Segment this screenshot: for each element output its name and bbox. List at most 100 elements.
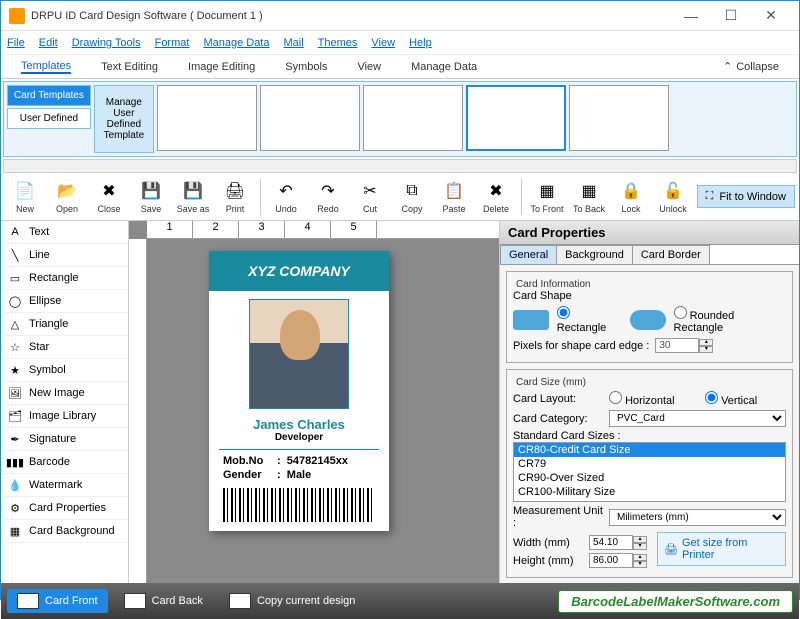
save-as-button[interactable]: 💾Save as <box>173 180 213 214</box>
tool-ellipse[interactable]: ◯Ellipse <box>1 290 128 313</box>
paste-button[interactable]: 📋Paste <box>434 180 474 214</box>
tab-manage-data[interactable]: Manage Data <box>411 61 477 73</box>
spin-down-icon[interactable]: ▾ <box>699 346 713 353</box>
tool-text[interactable]: AText <box>1 221 128 244</box>
radio-rectangle[interactable]: Rectangle <box>557 306 622 334</box>
tool-rectangle[interactable]: ▭Rectangle <box>1 267 128 290</box>
standard-sizes-list[interactable]: CR80-Credit Card Size CR79 CR90-Over Siz… <box>513 442 786 502</box>
tool-line[interactable]: ╲Line <box>1 244 128 267</box>
menu-view[interactable]: View <box>371 37 395 49</box>
new-button[interactable]: 📄New <box>5 180 45 214</box>
menu-help[interactable]: Help <box>409 37 432 49</box>
to-back-button[interactable]: ▦To Back <box>569 180 609 214</box>
user-defined-button[interactable]: User Defined <box>7 108 91 129</box>
menu-file[interactable]: File <box>7 37 25 49</box>
to-front-button[interactable]: ▦To Front <box>527 180 567 214</box>
tool-new-image[interactable]: 🖼New Image <box>1 382 128 405</box>
menu-edit[interactable]: Edit <box>39 37 58 49</box>
card-back-button[interactable]: Card Back <box>114 589 213 613</box>
unit-select[interactable]: Milimeters (mm) <box>609 509 786 526</box>
tab-card-border[interactable]: Card Border <box>632 245 710 264</box>
card-name: James Charles <box>209 417 389 432</box>
rounded-swatch <box>630 310 666 330</box>
category-select[interactable]: PVC_Card <box>609 410 786 427</box>
tool-triangle[interactable]: △Triangle <box>1 313 128 336</box>
collapse-button[interactable]: ⌃Collapse <box>723 60 779 73</box>
manage-template-button[interactable]: Manage User Defined Template <box>94 85 154 153</box>
fit-to-window-button[interactable]: ⛶Fit to Window <box>697 185 795 208</box>
list-item[interactable]: CR90-Over Sized <box>514 471 785 485</box>
template-thumb[interactable] <box>569 85 669 151</box>
open-icon: 📂 <box>56 180 78 202</box>
tools-panel: AText ╲Line ▭Rectangle ◯Ellipse △Triangl… <box>1 221 129 583</box>
close-button[interactable]: ✕ <box>751 7 791 24</box>
tool-barcode[interactable]: ▮▮▮Barcode <box>1 451 128 474</box>
tool-image-library[interactable]: 🗂Image Library <box>1 405 128 428</box>
tool-watermark[interactable]: 💧Watermark <box>1 474 128 497</box>
template-thumb[interactable] <box>363 85 463 151</box>
menu-drawing-tools[interactable]: Drawing Tools <box>72 37 141 49</box>
template-thumb[interactable] <box>157 85 257 151</box>
print-button[interactable]: 🖨Print <box>215 180 255 214</box>
height-input[interactable]: ▴▾ <box>589 553 647 568</box>
save-as-icon: 💾 <box>182 180 204 202</box>
close-file-button[interactable]: ✖Close <box>89 180 129 214</box>
sizes-label: Standard Card Sizes : <box>513 430 786 442</box>
tool-star[interactable]: ☆Star <box>1 336 128 359</box>
tab-templates[interactable]: Templates <box>21 60 71 74</box>
maximize-button[interactable]: ☐ <box>711 7 751 24</box>
list-item[interactable]: CR80-Credit Card Size <box>514 443 785 457</box>
radio-vertical[interactable]: Vertical <box>705 391 795 407</box>
save-button[interactable]: 💾Save <box>131 180 171 214</box>
menu-mail[interactable]: Mail <box>283 37 303 49</box>
template-thumbnails <box>157 85 793 153</box>
tab-text-editing[interactable]: Text Editing <box>101 61 158 73</box>
unlock-button[interactable]: 🔓Unlock <box>653 180 693 214</box>
tool-card-properties[interactable]: ⚙Card Properties <box>1 497 128 520</box>
redo-button[interactable]: ↷Redo <box>308 180 348 214</box>
radio-horizontal[interactable]: Horizontal <box>609 391 699 407</box>
canvas[interactable]: 12345 XYZ COMPANY James Charles Develope… <box>129 221 499 583</box>
ribbon-scrollbar[interactable] <box>3 159 797 173</box>
tool-symbol[interactable]: ★Symbol <box>1 359 128 382</box>
lock-button[interactable]: 🔒Lock <box>611 180 651 214</box>
card-front-button[interactable]: Card Front <box>7 589 108 613</box>
spin-up-icon[interactable]: ▴ <box>699 339 713 346</box>
tab-background[interactable]: Background <box>556 245 633 264</box>
radio-rounded[interactable]: Rounded Rectangle <box>674 306 786 334</box>
tab-general[interactable]: General <box>500 245 557 264</box>
property-tabs: General Background Card Border <box>500 245 799 265</box>
cut-icon: ✂ <box>359 180 381 202</box>
card-templates-button[interactable]: Card Templates <box>7 85 91 106</box>
menu-manage-data[interactable]: Manage Data <box>203 37 269 49</box>
copy-button[interactable]: ⧉Copy <box>392 180 432 214</box>
app-icon <box>9 8 25 24</box>
delete-button[interactable]: ✖Delete <box>476 180 516 214</box>
brand-badge: BarcodeLabelMakerSoftware.com <box>558 590 793 613</box>
minimize-button[interactable]: — <box>671 8 711 24</box>
tab-image-editing[interactable]: Image Editing <box>188 61 255 73</box>
width-input[interactable]: ▴▾ <box>589 535 647 550</box>
tool-card-background[interactable]: ▦Card Background <box>1 520 128 543</box>
open-button[interactable]: 📂Open <box>47 180 87 214</box>
save-icon: 💾 <box>140 180 162 202</box>
divider <box>219 449 379 450</box>
cut-button[interactable]: ✂Cut <box>350 180 390 214</box>
undo-button[interactable]: ↶Undo <box>266 180 306 214</box>
id-card-preview[interactable]: XYZ COMPANY James Charles Developer Mob.… <box>209 251 389 531</box>
bottom-bar: Card Front Card Back Copy current design… <box>1 583 799 619</box>
menu-themes[interactable]: Themes <box>318 37 358 49</box>
pixels-edge-input[interactable]: ▴▾ <box>655 338 713 353</box>
menu-format[interactable]: Format <box>155 37 190 49</box>
tool-signature[interactable]: ✒Signature <box>1 428 128 451</box>
template-thumb[interactable] <box>466 85 566 151</box>
tab-symbols[interactable]: Symbols <box>285 61 327 73</box>
list-item[interactable]: CR79 <box>514 457 785 471</box>
get-size-button[interactable]: 🖨Get size from Printer <box>657 532 786 566</box>
copy-design-button[interactable]: Copy current design <box>219 589 365 613</box>
tab-view[interactable]: View <box>357 61 381 73</box>
template-thumb[interactable] <box>260 85 360 151</box>
redo-icon: ↷ <box>317 180 339 202</box>
library-icon: 🗂 <box>7 408 23 424</box>
list-item[interactable]: CR100-Military Size <box>514 485 785 499</box>
